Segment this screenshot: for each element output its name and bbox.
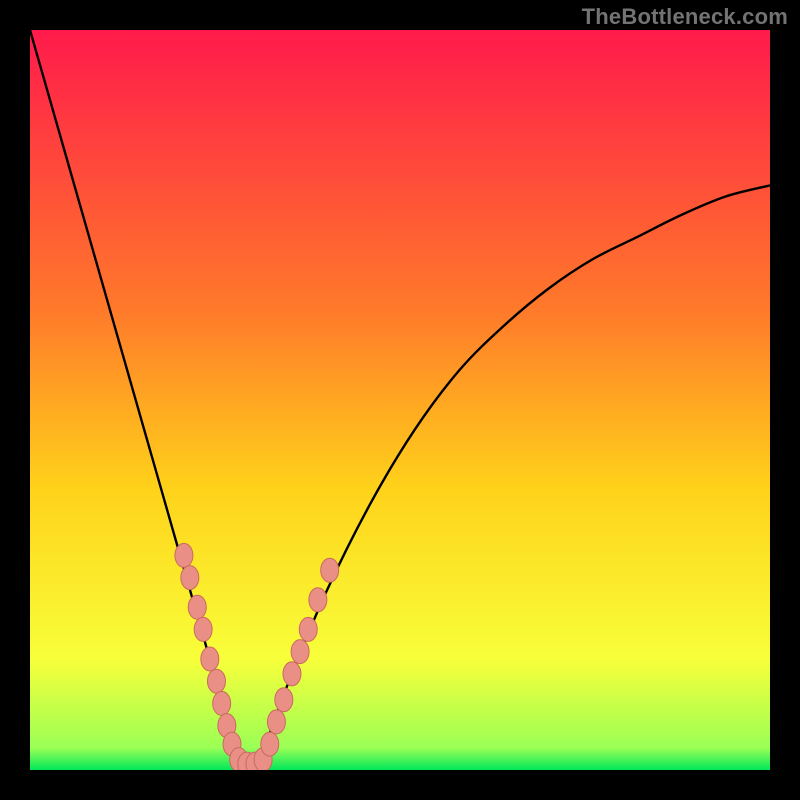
data-marker — [188, 595, 206, 619]
data-marker — [213, 691, 231, 715]
data-marker — [267, 710, 285, 734]
watermark-text: TheBottleneck.com — [582, 4, 788, 30]
data-marker — [291, 640, 309, 664]
gradient-background — [30, 30, 770, 770]
data-marker — [175, 543, 193, 567]
data-marker — [299, 617, 317, 641]
data-marker — [207, 669, 225, 693]
data-marker — [309, 588, 327, 612]
plot-area — [30, 30, 770, 770]
data-marker — [283, 662, 301, 686]
data-marker — [275, 688, 293, 712]
data-marker — [321, 558, 339, 582]
data-marker — [261, 732, 279, 756]
data-marker — [181, 566, 199, 590]
data-marker — [194, 617, 212, 641]
data-marker — [201, 647, 219, 671]
outer-frame: TheBottleneck.com — [0, 0, 800, 800]
bottleneck-chart — [30, 30, 770, 770]
